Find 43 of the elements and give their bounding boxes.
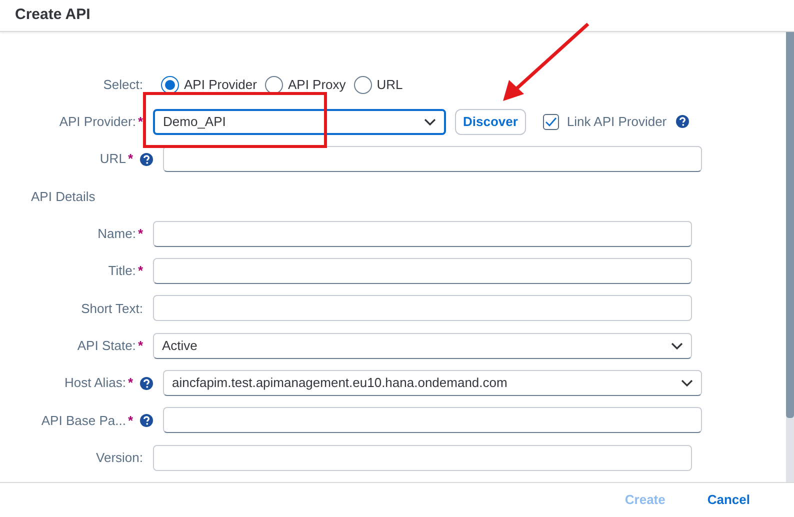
text-field[interactable] (163, 407, 702, 434)
required-mark: * (128, 412, 133, 430)
field-label: Host Alias: (64, 374, 126, 392)
chevron-down-icon[interactable] (681, 379, 693, 388)
field-label: API Base Pa... (41, 412, 126, 430)
field-label: Select: (103, 76, 143, 94)
required-mark: * (138, 225, 143, 244)
field-label: Short Text: (81, 300, 143, 318)
help-icon[interactable] (676, 115, 689, 128)
required-mark: * (128, 374, 133, 392)
checkbox[interactable] (542, 114, 559, 130)
field-label: URL (100, 150, 126, 168)
dropdown-field[interactable]: Active (153, 332, 692, 359)
discover-button[interactable]: Discover (455, 108, 526, 135)
text-field[interactable] (153, 220, 692, 247)
text-field[interactable] (153, 258, 692, 284)
field-label: Title: (108, 262, 136, 280)
section-heading: API Details (31, 188, 96, 206)
checkbox-label: Link API Provider (566, 113, 667, 132)
cancel-button[interactable]: Cancel (699, 490, 758, 510)
chevron-down-icon[interactable] (671, 342, 683, 350)
provider-dropdown[interactable]: Demo_API (153, 108, 446, 135)
text-field[interactable] (153, 295, 692, 322)
help-icon[interactable] (140, 376, 153, 390)
required-mark: * (138, 262, 143, 280)
required-mark: * (128, 150, 133, 168)
help-icon[interactable] (140, 414, 153, 427)
radio-option[interactable]: API Provider (161, 74, 257, 94)
required-mark: * (138, 113, 143, 132)
radio-option[interactable]: URL (354, 74, 403, 94)
text-field[interactable] (153, 444, 692, 471)
field-label: API Provider: (59, 113, 136, 132)
chevron-down-icon[interactable] (424, 118, 436, 126)
dropdown-field[interactable]: aincfapim.test.apimanagement.eu10.hana.ondemand.com (163, 370, 702, 396)
field-label: Version: (96, 448, 143, 467)
scrollbar[interactable] (786, 32, 794, 482)
dialog-title: Create API (15, 6, 90, 23)
help-icon[interactable] (140, 152, 153, 166)
text-field[interactable] (163, 146, 702, 172)
required-mark: * (138, 336, 143, 355)
radio-option[interactable]: API Proxy (264, 74, 346, 94)
field-label: Name: (98, 225, 136, 244)
field-label: API State: (77, 336, 136, 355)
